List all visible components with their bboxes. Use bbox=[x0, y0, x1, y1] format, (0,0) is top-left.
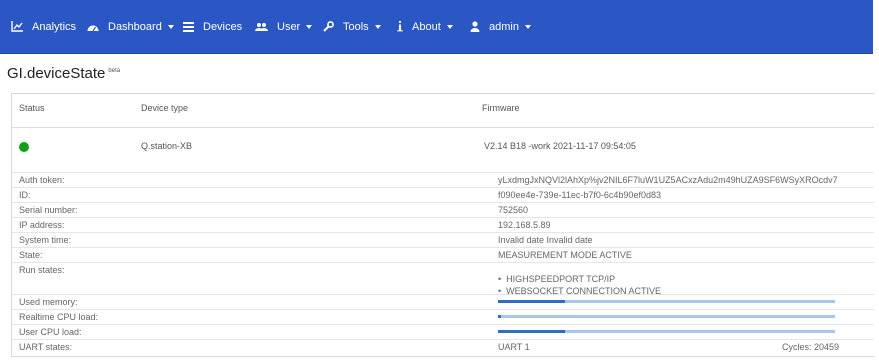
users-icon bbox=[255, 22, 268, 32]
uart-cycles: Cycles: 20459 bbox=[782, 342, 840, 352]
chevron-down-icon bbox=[167, 24, 174, 29]
list-item: HIGHSPEEDPORT TCP/IP bbox=[498, 273, 661, 285]
system-time-row: System time: Invalid date Invalid date bbox=[12, 232, 874, 248]
page-title-text: GI.deviceState bbox=[7, 65, 106, 82]
state-value: MEASUREMENT MODE ACTIVE bbox=[498, 250, 632, 260]
nav-analytics[interactable]: Analytics bbox=[11, 0, 76, 53]
serial-row: Serial number: 752560 bbox=[12, 202, 874, 218]
nav-admin[interactable]: admin bbox=[470, 0, 531, 53]
device-firmware: V2.14 B18 -work 2021-11-17 09:54:05 bbox=[484, 141, 636, 151]
device-row[interactable]: Q.station-XB V2.14 B18 -work 2021-11-17 … bbox=[12, 128, 874, 166]
chevron-down-icon bbox=[306, 24, 313, 29]
header-firmware: Firmware bbox=[482, 103, 520, 113]
uart-label: UART states: bbox=[19, 342, 73, 352]
auth-token-row: Auth token: yLxdmgJxNQVl2lAhXp%jv2NIL6F7… bbox=[12, 172, 874, 188]
state-label: State: bbox=[19, 250, 43, 260]
uart-row: UART states: UART 1 Cycles: 20459 bbox=[12, 339, 874, 355]
wrench-icon bbox=[323, 21, 334, 32]
nav-analytics-label: Analytics bbox=[32, 20, 77, 33]
page-title: GI.deviceState beta bbox=[7, 65, 120, 82]
realtime-cpu-fill bbox=[498, 315, 502, 318]
ip-row: IP address: 192.168.5.89 bbox=[12, 217, 874, 233]
ip-label: IP address: bbox=[19, 220, 65, 230]
header-device-type: Device type bbox=[141, 103, 189, 113]
uart-value: UART 1 bbox=[498, 342, 530, 352]
user-cpu-fill bbox=[498, 330, 566, 333]
chevron-down-icon bbox=[446, 24, 453, 29]
nav-about-label: About bbox=[412, 20, 441, 33]
header-status: Status bbox=[19, 103, 45, 113]
user-cpu-row: User CPU load: bbox=[12, 324, 874, 340]
nav-dashboard-label: Dashboard bbox=[108, 20, 162, 33]
chevron-down-icon bbox=[374, 24, 381, 29]
ip-value: 192.168.5.89 bbox=[498, 220, 551, 230]
run-states-row: Run states: HIGHSPEEDPORT TCP/IP WEBSOCK… bbox=[12, 262, 874, 296]
user-cpu-label: User CPU load: bbox=[19, 327, 82, 337]
id-value: f090ee4e-739e-11ec-b7f0-6c4b90ef0d83 bbox=[498, 190, 661, 200]
list-icon bbox=[183, 21, 194, 32]
nav-devices[interactable]: Devices bbox=[183, 0, 242, 53]
used-memory-bar bbox=[498, 300, 835, 303]
device-state-panel: Status Device type Firmware Q.station-XB… bbox=[11, 93, 874, 357]
nav-tools-label: Tools bbox=[343, 20, 369, 33]
nav-devices-label: Devices bbox=[203, 20, 243, 33]
used-memory-label: Used memory: bbox=[19, 297, 78, 307]
system-time-value: Invalid date Invalid date bbox=[498, 235, 593, 245]
state-row: State: MEASUREMENT MODE ACTIVE bbox=[12, 247, 874, 263]
auth-token-value: yLxdmgJxNQVl2lAhXp%jv2NIL6F7luW1UZ5ACxzA… bbox=[498, 175, 838, 185]
used-memory-row: Used memory: bbox=[12, 294, 874, 310]
id-label: ID: bbox=[19, 190, 31, 200]
user-cpu-bar bbox=[498, 330, 835, 333]
device-type: Q.station-XB bbox=[141, 141, 193, 151]
realtime-cpu-bar bbox=[498, 315, 835, 318]
nav-about[interactable]: About bbox=[397, 0, 453, 53]
nav-user-label: User bbox=[277, 20, 301, 33]
nav-user[interactable]: User bbox=[255, 0, 313, 53]
serial-value: 752560 bbox=[498, 205, 529, 215]
realtime-cpu-row: Realtime CPU load: bbox=[12, 309, 874, 325]
id-row: ID: f090ee4e-739e-11ec-b7f0-6c4b90ef0d83 bbox=[12, 187, 874, 203]
status-indicator bbox=[19, 142, 29, 152]
used-memory-fill bbox=[498, 300, 566, 303]
realtime-cpu-label: Realtime CPU load: bbox=[19, 312, 99, 322]
table-header: Status Device type Firmware bbox=[12, 94, 874, 128]
dashboard-icon bbox=[87, 22, 99, 32]
beta-badge: beta bbox=[108, 68, 121, 74]
nav-admin-label: admin bbox=[489, 20, 519, 33]
serial-label: Serial number: bbox=[19, 205, 78, 215]
nav-dashboard[interactable]: Dashboard bbox=[87, 0, 174, 53]
info-icon bbox=[397, 21, 403, 32]
chevron-down-icon bbox=[524, 24, 531, 29]
person-icon bbox=[470, 21, 480, 32]
system-time-label: System time: bbox=[19, 235, 72, 245]
auth-token-label: Auth token: bbox=[19, 175, 65, 185]
chart-icon bbox=[11, 21, 23, 32]
run-states-label: Run states: bbox=[19, 265, 65, 275]
nav-tools[interactable]: Tools bbox=[323, 0, 381, 53]
top-navbar: Analytics Dashboard Devices User Tools A… bbox=[0, 0, 873, 54]
